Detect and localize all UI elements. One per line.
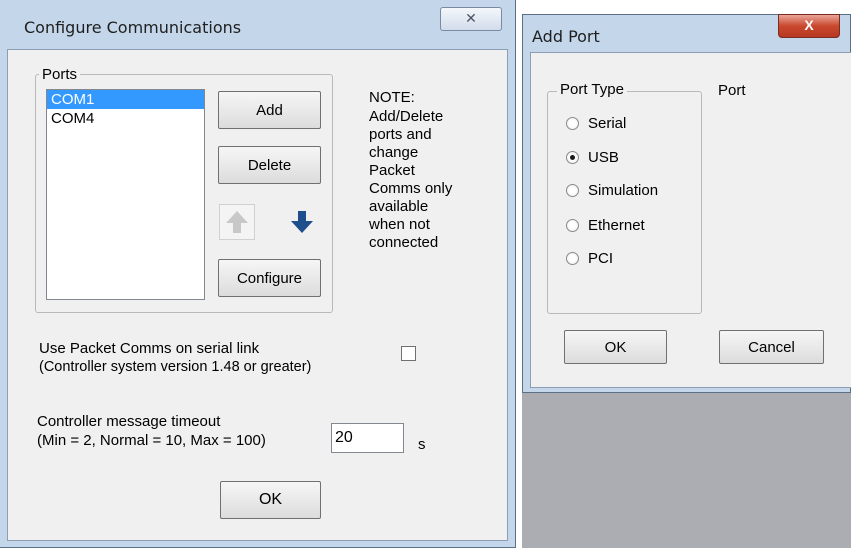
radio-simulation[interactable]: Simulation <box>566 180 658 200</box>
timeout-unit: s <box>418 436 426 453</box>
note-line: change <box>369 144 419 161</box>
radio-label: Simulation <box>588 181 659 199</box>
move-down-button[interactable] <box>284 204 320 240</box>
note-line: Add/Delete <box>369 108 444 125</box>
port-type-group-label: Port Type <box>557 81 627 98</box>
radio-button[interactable] <box>566 183 579 197</box>
list-item[interactable]: COM1 <box>47 90 204 109</box>
cancel-button[interactable]: Cancel <box>719 330 824 364</box>
radio-label: Serial <box>588 114 627 132</box>
note-line: available <box>369 198 429 215</box>
radio-pci[interactable]: PCI <box>566 248 613 268</box>
timeout-label: Controller message timeout <box>37 413 221 430</box>
ports-group-label: Ports <box>39 66 81 83</box>
delete-button[interactable]: Delete <box>218 146 321 184</box>
note-line: NOTE: <box>369 89 415 106</box>
radio-button[interactable] <box>566 150 579 164</box>
arrow-down-icon <box>291 211 313 233</box>
arrow-up-icon <box>226 211 248 233</box>
port-label: Port <box>718 82 746 99</box>
move-up-button[interactable] <box>219 204 255 240</box>
note-line: ports and <box>369 126 432 143</box>
radio-label: Ethernet <box>588 216 645 234</box>
note-line: Comms only <box>369 180 453 197</box>
packet-comms-label: Use Packet Comms on serial link <box>39 340 260 357</box>
radio-label: PCI <box>588 249 614 267</box>
radio-ethernet[interactable]: Ethernet <box>566 215 645 235</box>
radio-button[interactable] <box>566 251 579 265</box>
note-line: when not <box>369 216 430 233</box>
desktop-background <box>522 393 851 548</box>
ports-listbox[interactable]: COM1 COM4 <box>46 89 205 300</box>
close-icon: ✕ <box>465 10 477 26</box>
list-item[interactable]: COM4 <box>47 109 204 128</box>
packet-comms-sublabel: (Controller system version 1.48 or great… <box>39 359 312 375</box>
note-line: Packet <box>369 162 415 179</box>
radio-button[interactable] <box>566 218 579 232</box>
window-title: Add Port <box>532 27 600 46</box>
add-button[interactable]: Add <box>218 91 321 129</box>
ok-button[interactable]: OK <box>220 481 321 519</box>
packet-comms-checkbox[interactable] <box>401 346 416 361</box>
close-icon: X <box>804 17 814 33</box>
radio-label: USB <box>588 148 619 166</box>
note-line: connected <box>369 234 439 251</box>
close-button[interactable]: ✕ <box>440 7 502 31</box>
window-title: Configure Communications <box>24 18 242 37</box>
timeout-input[interactable]: 20 <box>331 423 404 453</box>
connection-note: NOTE: Add/Delete ports and change Packet… <box>369 88 479 252</box>
configure-button[interactable]: Configure <box>218 259 321 297</box>
close-button[interactable]: X <box>778 14 840 38</box>
radio-button[interactable] <box>566 116 579 130</box>
radio-usb[interactable]: USB <box>566 147 619 167</box>
radio-serial[interactable]: Serial <box>566 113 626 133</box>
timeout-range-label: (Min = 2, Normal = 10, Max = 100) <box>37 432 266 449</box>
ok-button[interactable]: OK <box>564 330 667 364</box>
